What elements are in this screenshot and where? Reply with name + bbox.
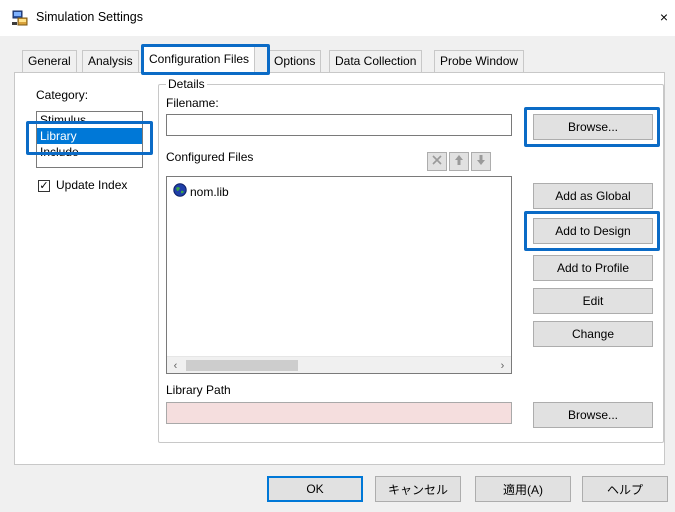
cancel-button[interactable]: キャンセル [375,476,461,502]
filename-input[interactable] [167,115,511,135]
list-item[interactable]: nom.lib [173,183,229,200]
help-button[interactable]: ヘルプ [582,476,668,502]
library-path-label: Library Path [166,383,231,397]
scroll-right-icon[interactable]: › [494,357,511,373]
configured-files-list[interactable]: nom.lib ‹ › [166,176,512,374]
move-up-button[interactable] [449,152,469,171]
library-path-input[interactable] [167,403,511,423]
tab-options[interactable]: Options [268,50,322,72]
tab-probe-window[interactable]: Probe Window [434,50,525,72]
filename-field[interactable] [166,114,512,136]
close-button[interactable]: × [655,8,673,26]
category-list[interactable]: Stimulus Library Include [36,111,143,168]
horizontal-scrollbar[interactable]: ‹ › [167,356,511,373]
edit-button[interactable]: Edit [533,288,653,314]
scroll-left-icon[interactable]: ‹ [167,357,184,373]
change-button[interactable]: Change [533,321,653,347]
browse-library-path-button[interactable]: Browse... [533,402,653,428]
ok-button[interactable]: OK [267,476,363,502]
library-path-field[interactable] [166,402,512,424]
add-to-design-button[interactable]: Add to Design [533,218,653,244]
title-bar: Simulation Settings × [0,0,675,36]
arrow-down-icon [476,154,486,169]
filename-label: Filename: [166,96,219,110]
category-item-library[interactable]: Library [37,128,142,144]
category-item-stimulus[interactable]: Stimulus [37,112,142,128]
arrow-up-icon [454,154,464,169]
tab-data-collection[interactable]: Data Collection [329,50,423,72]
browse-filename-button[interactable]: Browse... [533,114,653,140]
tab-general[interactable]: General [22,50,77,72]
globe-icon [173,183,187,200]
update-index-checkbox[interactable]: ✓ [38,180,50,192]
add-to-profile-button[interactable]: Add to Profile [533,255,653,281]
category-item-include[interactable]: Include [37,144,142,160]
window-title: Simulation Settings [36,10,144,24]
scroll-thumb[interactable] [186,360,298,371]
delete-file-button[interactable] [427,152,447,171]
category-label: Category: [36,88,89,102]
tab-analysis[interactable]: Analysis [82,50,139,72]
simulation-app-icon [12,10,28,26]
details-legend: Details [166,77,207,91]
move-down-button[interactable] [471,152,491,171]
delete-icon [431,154,443,169]
apply-button[interactable]: 適用(A) [475,476,571,502]
configured-files-label: Configured Files [166,150,254,164]
tab-configuration-files[interactable]: Configuration Files [143,46,256,73]
add-as-global-button[interactable]: Add as Global [533,183,653,209]
update-index-label: Update Index [56,178,128,192]
file-name: nom.lib [190,184,229,199]
